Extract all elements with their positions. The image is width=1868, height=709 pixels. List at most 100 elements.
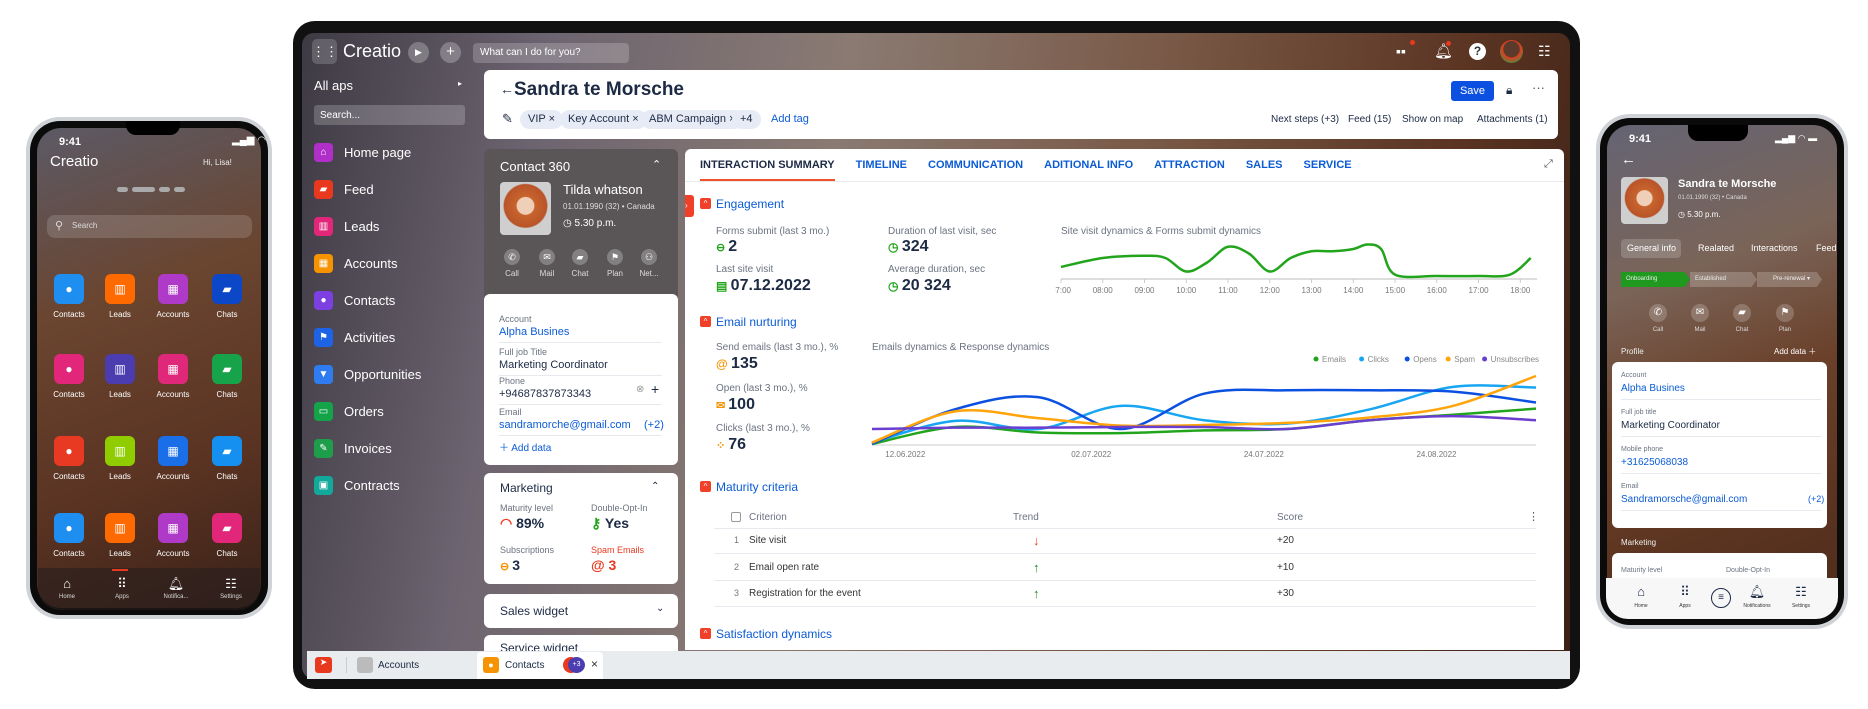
tab-attraction[interactable]: ATTRACTION	[1154, 159, 1225, 181]
field-value[interactable]: +31625068038	[1621, 457, 1688, 468]
app-tile-leads[interactable]: ▥	[105, 513, 135, 543]
mail-action-icon[interactable]: ✉	[539, 249, 555, 265]
nav-label[interactable]: Settings	[211, 594, 251, 600]
add-tag-link[interactable]: Add tag	[771, 113, 809, 125]
search-input[interactable]: ⚲ Search	[47, 215, 252, 238]
app-tile-leads[interactable]: ▥	[105, 436, 135, 466]
app-tile-contacts[interactable]: ●	[54, 274, 84, 304]
sales-widget[interactable]: Sales widget ⌄	[484, 594, 678, 628]
settings-icon[interactable]: ☷	[1538, 43, 1551, 60]
collapse-icon[interactable]: ⌃	[651, 481, 659, 492]
feed-link[interactable]: Feed (15)	[1348, 114, 1391, 125]
more-tags[interactable]: +4	[732, 110, 761, 129]
nav-label[interactable]: Settings	[1781, 603, 1821, 609]
app-tile-chats[interactable]: ▰	[212, 436, 242, 466]
tab-service[interactable]: SERVICE	[1304, 159, 1352, 181]
tab-interactions[interactable]: Interactions	[1751, 243, 1798, 253]
stage-established[interactable]: Established	[1690, 272, 1757, 287]
home-icon[interactable]: ⌂	[47, 576, 87, 591]
add-data-button[interactable]: Add data ＋	[1774, 346, 1816, 357]
app-tile-contacts[interactable]: ●	[54, 436, 84, 466]
pencil-icon[interactable]: ✎	[502, 111, 513, 127]
add-data-link[interactable]: ＋ Add data	[499, 439, 551, 454]
app-tile-contacts[interactable]: ●	[54, 513, 84, 543]
maturity-title[interactable]: Maturity criteria	[716, 480, 798, 494]
call-action-icon[interactable]: ✆	[1649, 304, 1667, 322]
apps-icon[interactable]: ▪▪	[1396, 40, 1415, 59]
collapse-section-icon[interactable]: ^	[700, 316, 711, 327]
sidebar-item-home-page[interactable]: ⌂ Home page	[314, 141, 411, 163]
lock-icon[interactable]: 🔒︎	[1506, 83, 1512, 98]
tag-abm-campaign[interactable]: ABM Campaign ×	[641, 110, 744, 129]
collapse-section-icon[interactable]: ^	[700, 198, 711, 209]
tab-timeline[interactable]: TIMELINE	[856, 159, 907, 181]
help-icon[interactable]: ?	[1469, 43, 1486, 60]
collapse-icon[interactable]: ⌃	[652, 158, 661, 171]
tab-realated[interactable]: Realated	[1698, 243, 1734, 253]
nav-label[interactable]: Home	[1621, 603, 1661, 609]
call-action-icon[interactable]: ✆	[504, 249, 520, 265]
nav-label[interactable]: Notifica...	[156, 594, 196, 600]
sidebar-item-contracts[interactable]: ▣ Contracts	[314, 474, 400, 496]
user-avatar[interactable]	[1500, 40, 1523, 63]
taskbar-tab-contacts[interactable]: Contacts	[505, 660, 544, 671]
creatio-home-icon[interactable]: ➤	[315, 657, 332, 673]
back-button[interactable]: ←	[500, 81, 514, 97]
chat-action-icon[interactable]: ▰	[1733, 304, 1751, 322]
bell-icon[interactable]: 🔔︎	[1737, 584, 1777, 600]
app-tile-leads[interactable]: ▥	[105, 274, 135, 304]
field-value[interactable]: Sandramorsche@gmail.com	[1621, 494, 1747, 505]
bell-icon[interactable]: 🔔︎	[1434, 41, 1453, 60]
app-tile-accounts[interactable]: ▦	[158, 274, 188, 304]
more-users-badge[interactable]: +3	[568, 657, 585, 673]
app-tile-chats[interactable]: ▰	[212, 513, 242, 543]
nurturing-title[interactable]: Email nurturing	[716, 315, 797, 329]
tab-interaction-summary[interactable]: INTERACTION SUMMARY	[700, 159, 835, 181]
sidebar-item-orders[interactable]: ▭ Orders	[314, 400, 384, 422]
nav-label[interactable]: Apps	[102, 594, 142, 600]
sidebar-item-feed[interactable]: ▰ Feed	[314, 178, 374, 200]
nav-label[interactable]: Notifications	[1737, 603, 1777, 609]
plan-action-icon[interactable]: ⚑	[1776, 304, 1794, 322]
sidebar-item-opportunities[interactable]: ▼ Opportunities	[314, 363, 421, 385]
expand-sidebar-handle[interactable]: ›	[685, 195, 694, 217]
plan-action-icon[interactable]: ⚑	[607, 249, 623, 265]
stage-onboarding[interactable]: Onboarding	[1621, 272, 1690, 287]
more-emails-link[interactable]: (+2)	[1808, 494, 1824, 504]
back-button[interactable]: ←	[1621, 151, 1636, 168]
tab-sales[interactable]: SALES	[1246, 159, 1283, 181]
stage-pre-renewal[interactable]: Pre-renewal ▾	[1757, 272, 1822, 287]
nav-label[interactable]: Apps	[1665, 603, 1705, 609]
sidebar-item-activities[interactable]: ⚑ Activities	[314, 326, 395, 348]
column-trend[interactable]: Trend	[1013, 512, 1039, 523]
tab-general-info[interactable]: General info	[1627, 243, 1676, 253]
attachments-link[interactable]: Attachments (1)	[1477, 114, 1548, 125]
column-score[interactable]: Score	[1277, 512, 1303, 523]
save-button[interactable]: Save	[1451, 81, 1494, 101]
app-tile-chats[interactable]: ▰	[212, 274, 242, 304]
next-steps-link[interactable]: Next steps (+3)	[1271, 114, 1339, 125]
bell-icon[interactable]: 🔔︎	[156, 576, 196, 592]
tab-feed[interactable]: Feed	[1816, 243, 1837, 253]
more-icon[interactable]: ···	[1532, 80, 1545, 95]
menu-button[interactable]: ≡	[1711, 588, 1731, 608]
expand-icon[interactable]: ⤢	[1544, 158, 1553, 171]
sidebar-search-input[interactable]: Search...	[314, 105, 465, 125]
sidebar-item-leads[interactable]: ▥ Leads	[314, 215, 379, 237]
net-action-icon[interactable]: ⚇	[641, 249, 657, 265]
settings-icon[interactable]: ☷	[211, 576, 251, 592]
command-search-input[interactable]: What can I do for you?	[473, 43, 629, 63]
app-tile-leads[interactable]: ▥	[105, 354, 135, 384]
engagement-title[interactable]: Engagement	[716, 197, 784, 211]
mail-action-icon[interactable]: ✉	[1691, 304, 1709, 322]
field-value[interactable]: Alpha Busines	[499, 326, 569, 338]
chat-action-icon[interactable]: ▰	[572, 249, 588, 265]
add-phone-icon[interactable]: +	[651, 381, 659, 397]
sidebar-item-invoices[interactable]: ✎ Invoices	[314, 437, 392, 459]
field-value[interactable]: Alpha Busines	[1621, 383, 1685, 394]
app-grid-button[interactable]: ⋮⋮	[312, 39, 338, 64]
tab-aditional-info[interactable]: ADITIONAL INFO	[1044, 159, 1133, 181]
tag-key-account[interactable]: Key Account ×	[560, 110, 647, 129]
tag-vip[interactable]: VIP ×	[520, 110, 564, 129]
add-button[interactable]: +	[440, 42, 461, 63]
